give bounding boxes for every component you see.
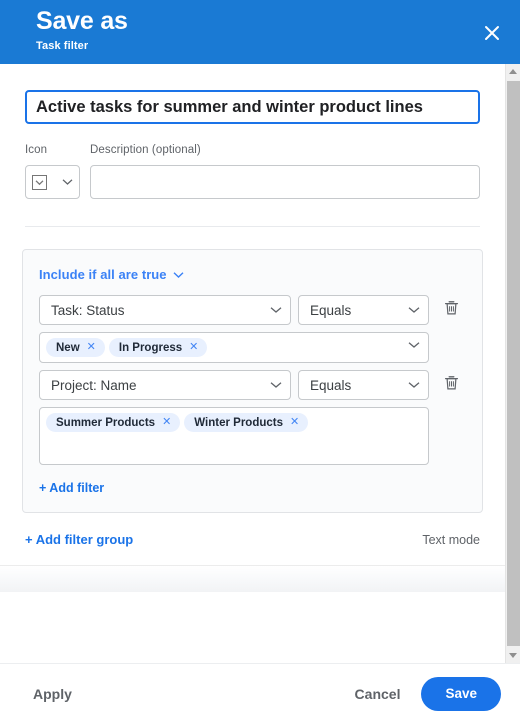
filter-field-value-0: Task: Status (51, 302, 125, 318)
chevron-down-icon (270, 306, 282, 314)
filter-row: Task: Status Equals (39, 295, 466, 325)
trash-icon (444, 300, 459, 321)
save-button[interactable]: Save (421, 676, 501, 711)
chevron-down-icon (408, 306, 420, 314)
delete-filter-button-0[interactable] (436, 295, 466, 325)
filter-group-condition-label: Include if all are true (39, 267, 167, 282)
filter-value-box-1[interactable]: Summer Products ✕ Winter Products ✕ (39, 407, 429, 465)
icon-select[interactable] (25, 165, 80, 199)
filter-group-condition-dropdown[interactable]: Include if all are true (39, 267, 184, 282)
description-column: Description (optional) (90, 143, 480, 199)
icon-select-caret-icon (62, 178, 73, 186)
value-chip-label: New (56, 341, 80, 354)
scroll-down-arrow-icon[interactable] (506, 648, 520, 663)
filter-name-input[interactable] (25, 90, 480, 124)
footer-actions: Cancel Save (355, 676, 501, 711)
dialog-content: Icon (0, 64, 505, 663)
cancel-button[interactable]: Cancel (355, 686, 401, 702)
value-chip[interactable]: New ✕ (46, 338, 105, 357)
filter-operator-select-1[interactable]: Equals (298, 370, 429, 400)
filter-field-select-1[interactable]: Project: Name (39, 370, 291, 400)
remove-chip-icon[interactable]: ✕ (87, 342, 96, 353)
text-mode-button[interactable]: Text mode (422, 533, 480, 547)
filter-field-select-0[interactable]: Task: Status (39, 295, 291, 325)
icon-label: Icon (25, 144, 48, 156)
vertical-scrollbar[interactable] (505, 64, 520, 663)
value-chip[interactable]: Winter Products ✕ (184, 413, 309, 432)
filter-value-chips-0: New ✕ In Progress ✕ (46, 338, 404, 357)
description-label: Description (optional) (90, 144, 201, 156)
chevron-down-icon (173, 271, 184, 279)
filter-operator-select-0[interactable]: Equals (298, 295, 429, 325)
filter-operator-value-0: Equals (310, 302, 352, 318)
value-chip[interactable]: In Progress ✕ (108, 338, 208, 357)
close-icon (482, 23, 502, 43)
remove-chip-icon[interactable]: ✕ (290, 417, 299, 428)
add-filter-group-button[interactable]: + Add filter group (25, 532, 133, 547)
value-chip-label: In Progress (118, 341, 183, 354)
filter-group: Include if all are true Task: Status Equ… (22, 249, 483, 513)
dialog-header: Save as Task filter (0, 0, 520, 64)
filter-row: Project: Name Equals (39, 370, 466, 400)
page-title: Save as (36, 7, 128, 35)
dialog-footer: Apply Cancel Save (0, 663, 520, 723)
icon-description-row: Icon Description (optional) (0, 124, 505, 199)
filter-value-chips-1: Summer Products ✕ Winter Products ✕ (46, 413, 420, 432)
chevron-down-icon (404, 338, 420, 349)
chevron-down-icon (270, 381, 282, 389)
trash-icon (444, 375, 459, 396)
content-fade-strip (0, 565, 505, 592)
chevron-down-icon (408, 381, 420, 389)
save-as-dialog: Save as Task filter Icon (0, 0, 520, 723)
remove-chip-icon[interactable]: ✕ (162, 417, 171, 428)
add-filter-button[interactable]: + Add filter (39, 481, 104, 495)
delete-filter-button-1[interactable] (436, 370, 466, 400)
value-chip-label: Winter Products (194, 416, 283, 429)
description-input[interactable] (90, 165, 480, 199)
scroll-up-arrow-icon[interactable] (506, 64, 520, 79)
filter-operator-value-1: Equals (310, 377, 352, 393)
filter-field-value-1: Project: Name (51, 377, 137, 393)
scrollbar-thumb[interactable] (507, 81, 520, 646)
close-button[interactable] (480, 21, 504, 45)
chevron-down-icon (32, 174, 47, 190)
apply-button[interactable]: Apply (33, 686, 72, 702)
filter-value-box-0[interactable]: New ✕ In Progress ✕ (39, 332, 429, 363)
value-chip[interactable]: Summer Products ✕ (46, 413, 181, 432)
filter-name-row (0, 64, 505, 124)
value-chip-label: Summer Products (56, 416, 156, 429)
section-divider (25, 226, 480, 227)
dialog-subtitle: Task filter (36, 40, 89, 52)
dialog-body: Icon (0, 64, 520, 663)
icon-column: Icon (25, 143, 80, 199)
filter-group-footer: + Add filter group Text mode (0, 513, 505, 547)
remove-chip-icon[interactable]: ✕ (189, 342, 198, 353)
